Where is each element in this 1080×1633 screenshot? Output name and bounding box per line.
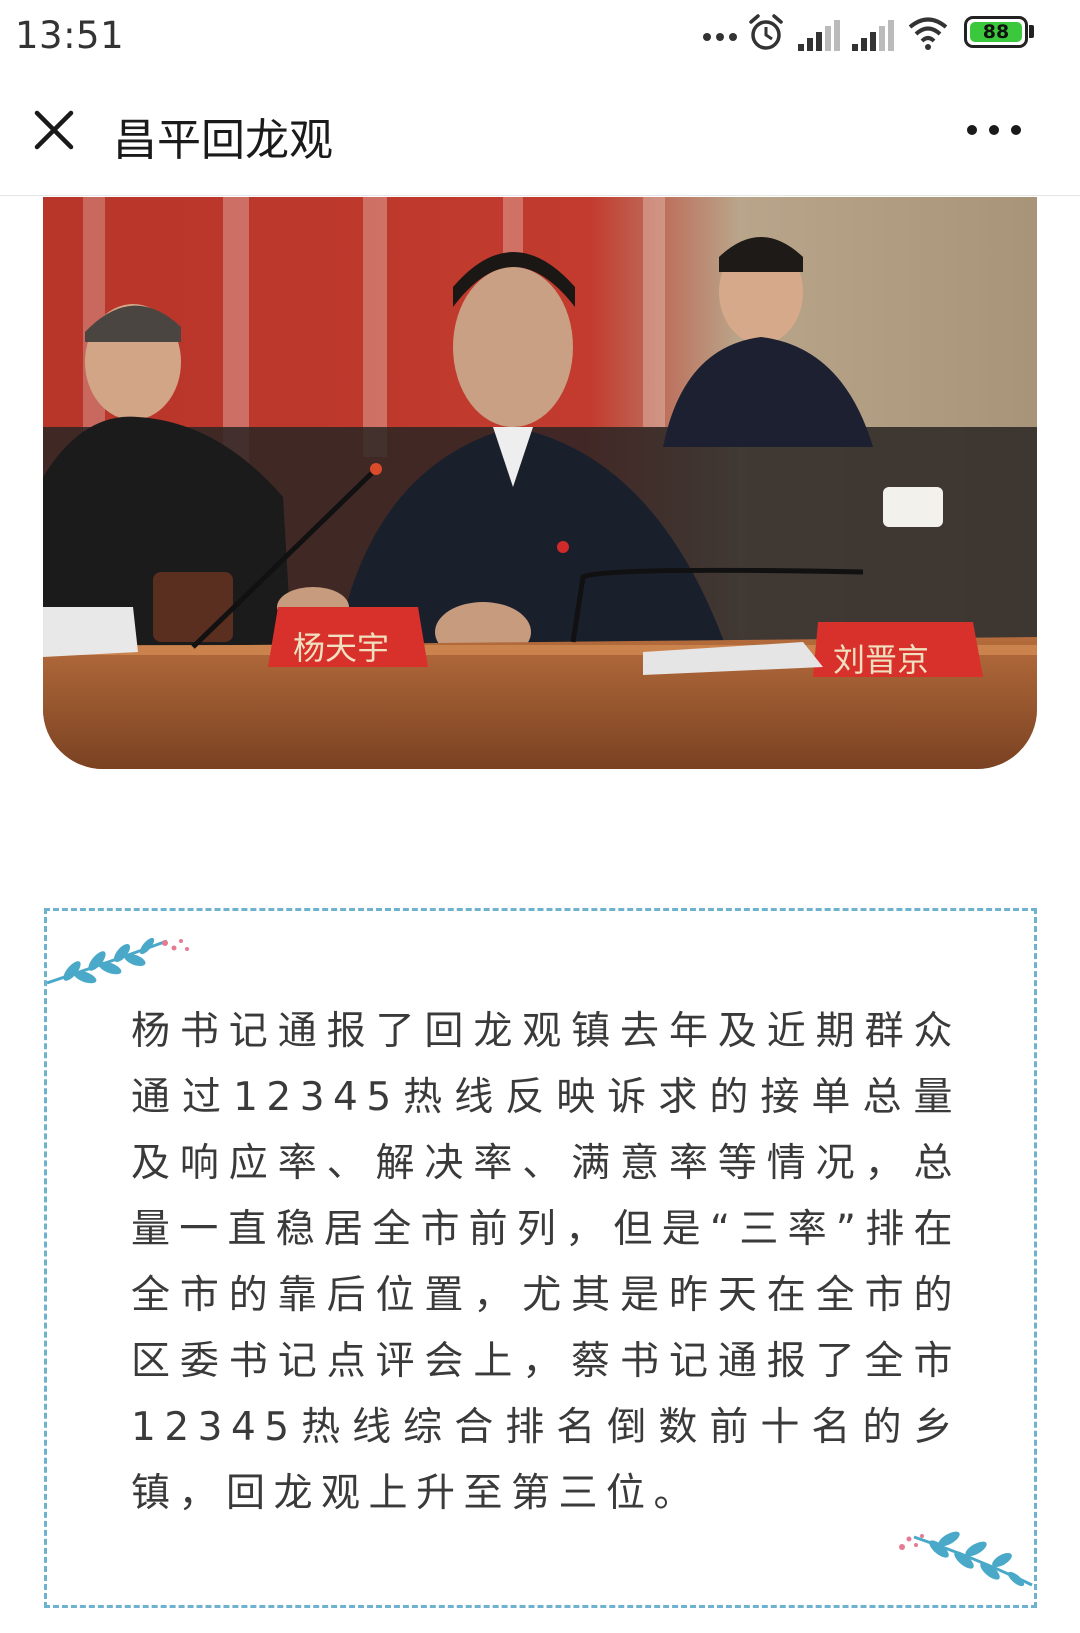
leaf-decoration-icon [47, 937, 189, 985]
signal-icon [852, 20, 894, 51]
title-bar: 昌平回龙观 [0, 74, 1080, 196]
meeting-photo: 杨天宇 刘晋京 [43, 197, 1037, 769]
article-paragraph: 杨书记通报了回龙观镇去年及近期群众通过12345热线反映诉求的接单总量及响应率、… [131, 1009, 961, 1516]
status-icons: 88 [702, 14, 1042, 58]
more-icon[interactable] [964, 116, 1024, 144]
name-card-right: 刘晋京 [833, 641, 929, 679]
status-bar: 13:51 88 [0, 0, 1080, 74]
alarm-icon [749, 14, 783, 50]
close-icon[interactable] [28, 104, 80, 156]
battery-icon: 88 [964, 16, 1028, 48]
meeting-photo-image: 杨天宇 刘晋京 [43, 197, 1037, 769]
battery-tip [1029, 25, 1034, 38]
status-time: 13:51 [15, 14, 125, 57]
leaf-decoration-icon [899, 1531, 1033, 1587]
more-dots-icon [703, 33, 737, 41]
article-card: 杨书记通报了回龙观镇去年及近期群众通过12345热线反映诉求的接单总量及响应率、… [44, 908, 1037, 1608]
signal-icon [798, 20, 840, 51]
battery-level: 88 [970, 22, 1022, 43]
wifi-icon [908, 17, 948, 50]
name-card-left: 杨天宇 [293, 629, 389, 667]
page-title: 昌平回龙观 [113, 115, 333, 166]
